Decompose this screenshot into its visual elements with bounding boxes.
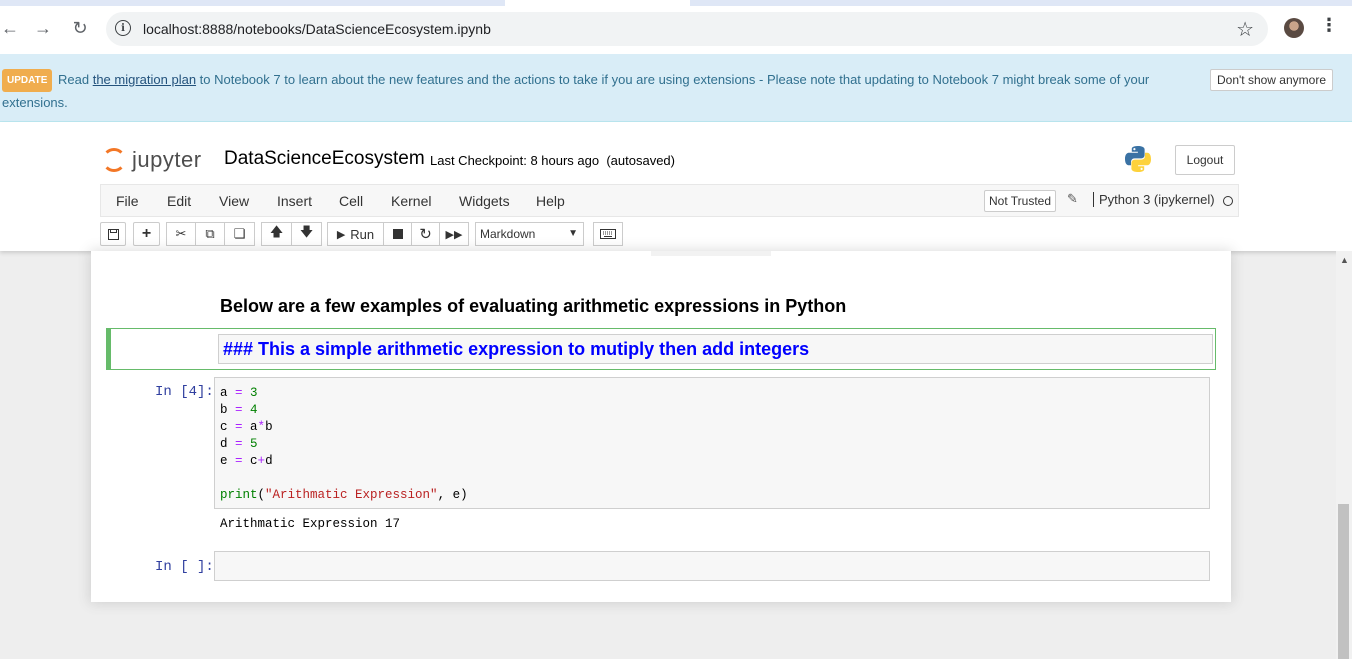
fast-forward-icon: ▶▶ — [445, 228, 463, 241]
arrow-down-icon: 🡇 — [299, 224, 314, 239]
update-badge: UPDATE — [2, 69, 53, 92]
interrupt-button[interactable] — [383, 222, 412, 246]
back-arrow-icon[interactable]: ← — [0, 14, 24, 42]
keyboard-icon — [600, 229, 616, 239]
jupyter-logo-text: jupyter — [132, 147, 202, 172]
notebook-name[interactable]: DataScienceEcosystem — [224, 148, 425, 170]
selected-markdown-cell[interactable]: ### This a simple arithmetic expression … — [106, 328, 1216, 370]
menu-edit[interactable]: Edit — [167, 193, 191, 209]
checkpoint-status: Last Checkpoint: 8 hours ago (autosaved) — [430, 153, 675, 168]
update-banner: UPDATE Read the migration plan to Notebo… — [0, 54, 1352, 122]
cell-output: Arithmatic Expression 17 — [220, 517, 401, 531]
empty-code-cell[interactable] — [214, 551, 1210, 581]
empty-cell-prompt: In [ ]: — [155, 559, 214, 575]
code-cell-editor[interactable]: a = 3 b = 4 c = a*b d = 5 e = c+d print(… — [214, 377, 1210, 509]
move-down-button[interactable]: 🡇 — [291, 222, 322, 246]
not-trusted-button[interactable]: Not Trusted — [984, 190, 1057, 212]
cell-type-select[interactable]: Markdown ▼ — [475, 222, 584, 246]
save-icon — [107, 228, 119, 240]
menu-kernel[interactable]: Kernel — [391, 193, 431, 209]
copy-icon: ⧉ — [205, 226, 215, 241]
menu-cell[interactable]: Cell — [339, 193, 363, 209]
menu-insert[interactable]: Insert — [277, 193, 312, 209]
profile-avatar[interactable] — [1284, 18, 1304, 38]
code-line: a = 3 — [220, 386, 258, 400]
autosave-text: (autosaved) — [606, 153, 675, 168]
play-icon: ▶ — [336, 228, 346, 241]
paste-icon: ❏ — [233, 226, 246, 241]
markdown-heading[interactable]: Below are a few examples of evaluating a… — [220, 296, 846, 317]
forward-arrow-icon[interactable]: → — [29, 14, 57, 42]
active-tab[interactable] — [505, 0, 690, 6]
browser-toolbar: ← → ↻ i localhost:8888/notebooks/DataSci… — [0, 0, 1352, 54]
command-palette-button[interactable] — [593, 222, 623, 246]
notebook-toolbar: + ✂ ⧉ ❏ 🡅 🡇 ▶ Run ↻ ▶▶ Markdown ▼ — [100, 222, 1240, 246]
menu-bar: File Edit View Insert Cell Kernel Widget… — [100, 184, 1239, 217]
menu-help[interactable]: Help — [536, 193, 565, 209]
restart-icon: ↻ — [419, 226, 432, 243]
banner-text: UPDATE Read the migration plan to Notebo… — [2, 69, 1162, 112]
markdown-editor[interactable]: ### This a simple arithmetic expression … — [218, 334, 1213, 364]
address-bar[interactable]: i localhost:8888/notebooks/DataScienceEc… — [106, 12, 1268, 46]
scroll-thumb[interactable] — [1338, 504, 1349, 659]
code-line: b = 4 — [220, 403, 258, 417]
scroll-up-icon[interactable]: ▲ — [1340, 255, 1349, 265]
site-info-icon[interactable]: i — [115, 20, 131, 36]
bookmark-star-icon[interactable]: ☆ — [1236, 17, 1254, 42]
save-button[interactable] — [100, 222, 126, 246]
header-shadow — [651, 251, 771, 256]
paste-button[interactable]: ❏ — [224, 222, 255, 246]
stop-icon — [392, 229, 403, 239]
page-scrollbar[interactable]: ▲ — [1336, 251, 1352, 659]
banner-text-before: Read — [58, 72, 93, 87]
browser-menu-icon[interactable]: ⋮ — [1320, 16, 1338, 34]
copy-button[interactable]: ⧉ — [195, 222, 225, 246]
code-line: c = a*b — [220, 420, 273, 434]
run-button[interactable]: ▶ Run — [327, 222, 384, 246]
logout-button[interactable]: Logout — [1175, 145, 1235, 175]
jupyter-logo[interactable]: jupyter — [102, 146, 202, 174]
checkpoint-text: Last Checkpoint: 8 hours ago — [430, 153, 600, 168]
dont-show-anymore-button[interactable]: Don't show anymore — [1209, 69, 1333, 91]
cell-type-value: Markdown — [480, 227, 536, 241]
code-line: print("Arithmatic Expression", e) — [220, 488, 468, 502]
url-text[interactable]: localhost:8888/notebooks/DataScienceEcos… — [143, 21, 491, 37]
plus-icon: + — [141, 225, 152, 242]
python-logo-icon — [1125, 146, 1151, 172]
reload-icon[interactable]: ↻ — [66, 14, 94, 42]
arrow-up-icon: 🡅 — [269, 224, 284, 239]
edit-pencil-icon[interactable]: ✎ — [1067, 191, 1078, 207]
code-block[interactable]: a = 3 b = 4 c = a*b d = 5 e = c+d print(… — [220, 385, 468, 504]
code-line: d = 5 — [220, 437, 258, 451]
chevron-down-icon: ▼ — [568, 228, 578, 239]
code-line: e = c+d — [220, 454, 273, 468]
restart-run-all-button[interactable]: ▶▶ — [439, 222, 469, 246]
jupyter-header: jupyter DataScienceEcosystem Last Checkp… — [0, 122, 1352, 251]
kernel-name[interactable]: Python 3 (ipykernel) — [1093, 192, 1215, 207]
kernel-idle-icon — [1223, 196, 1233, 206]
jupyter-logo-icon — [102, 148, 126, 172]
move-up-button[interactable]: 🡅 — [261, 222, 292, 246]
restart-button[interactable]: ↻ — [411, 222, 440, 246]
code-cell-prompt: In [4]: — [155, 384, 214, 400]
notebook-container: Below are a few examples of evaluating a… — [91, 251, 1231, 602]
insert-cell-button[interactable]: + — [133, 222, 160, 246]
run-label: Run — [350, 226, 375, 242]
scissors-icon: ✂ — [175, 226, 187, 241]
cut-button[interactable]: ✂ — [166, 222, 196, 246]
migration-plan-link[interactable]: the migration plan — [93, 72, 196, 87]
menu-view[interactable]: View — [219, 193, 249, 209]
menu-widgets[interactable]: Widgets — [459, 193, 510, 209]
menu-file[interactable]: File — [116, 193, 139, 209]
